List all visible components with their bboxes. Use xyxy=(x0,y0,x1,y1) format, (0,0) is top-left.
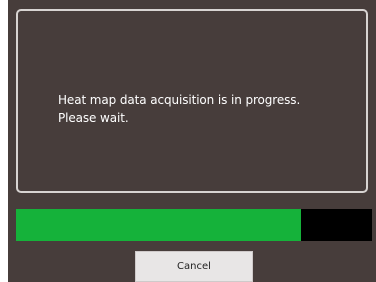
status-message-line-2: Please wait. xyxy=(58,111,129,125)
cancel-button[interactable]: Cancel xyxy=(135,251,253,282)
cancel-button-label: Cancel xyxy=(177,261,211,272)
status-message-line-1: Heat map data acquisition is in progress… xyxy=(58,93,301,107)
progress-bar xyxy=(16,209,372,241)
progress-bar-fill xyxy=(16,209,301,241)
status-message: Heat map data acquisition is in progress… xyxy=(58,91,358,127)
message-panel: Heat map data acquisition is in progress… xyxy=(16,9,368,193)
progress-dialog: Heat map data acquisition is in progress… xyxy=(8,0,376,282)
